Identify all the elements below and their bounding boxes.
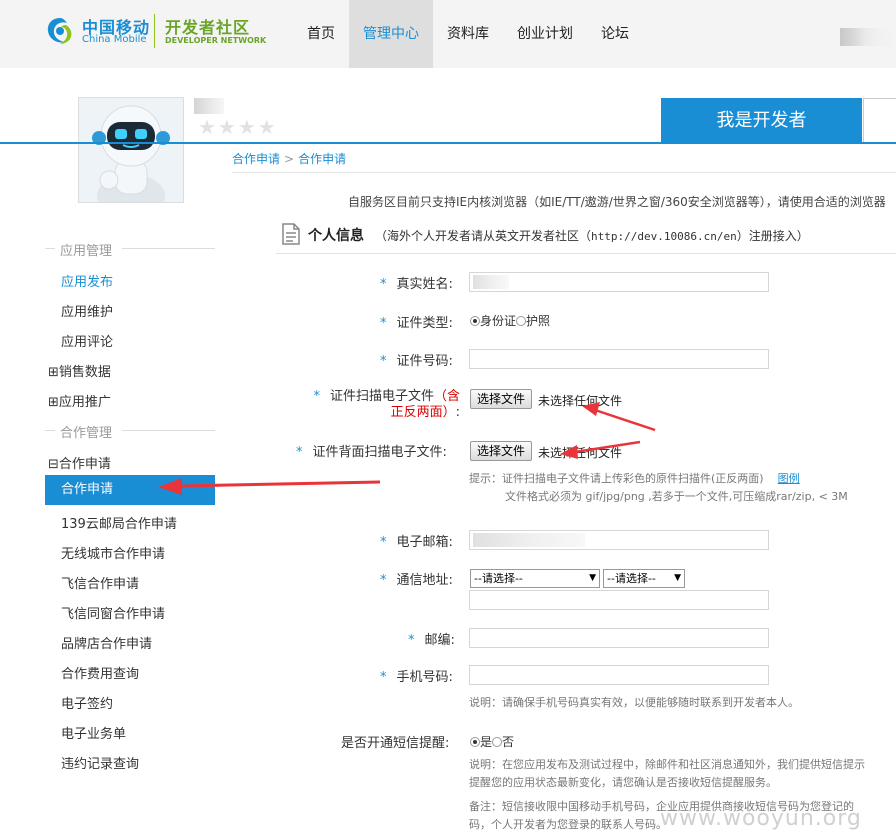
annotation-arrows <box>158 402 656 495</box>
red-arrow-icon <box>158 478 381 495</box>
watermark: www.wooyun.org <box>660 806 862 831</box>
red-arrow-icon <box>582 402 656 432</box>
red-arrow-icon <box>560 440 641 459</box>
